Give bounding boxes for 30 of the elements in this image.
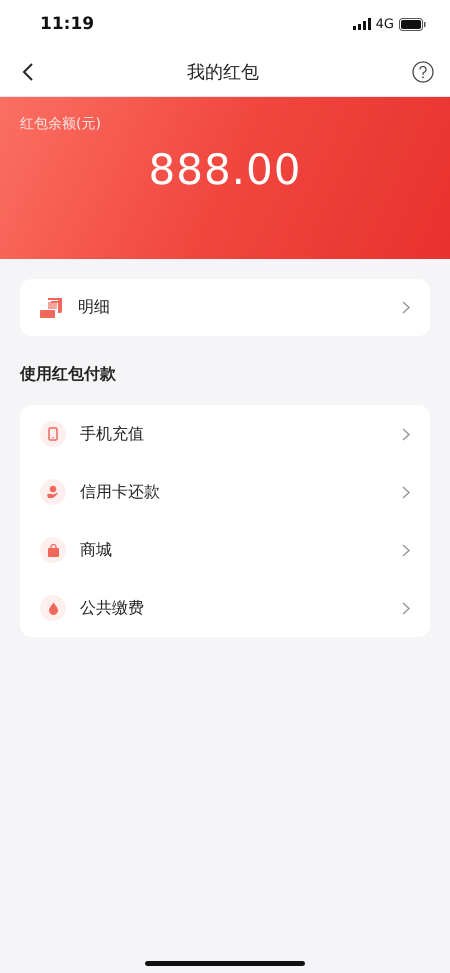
balance-amount: 888.00 <box>148 145 302 194</box>
chevron-icon <box>402 428 410 440</box>
shopping-bag-icon <box>46 544 60 556</box>
drop-icon <box>48 602 58 614</box>
chevron-icon <box>402 544 410 556</box>
hand-coin-icon <box>46 485 60 499</box>
battery-icon <box>399 18 426 30</box>
receipt-icon <box>40 298 64 318</box>
payment-item[interactable]: 手机充值 <box>20 405 430 463</box>
page-title: 我的红包 <box>187 61 259 84</box>
chevron-icon <box>402 486 410 498</box>
status-time: 11:19 <box>40 14 94 34</box>
payment-label: 公共缴费 <box>80 598 145 618</box>
payment-label: 信用卡还款 <box>80 482 161 502</box>
payment-item[interactable]: 商城 <box>20 521 430 579</box>
payment-label: 商城 <box>80 540 113 560</box>
help-button[interactable] <box>412 61 434 83</box>
chevron-icon <box>402 602 410 614</box>
detail-label: 明细 <box>78 297 111 318</box>
payment-item[interactable]: 信用卡还款 <box>20 463 430 521</box>
detail-row[interactable]: 明细 <box>20 279 430 336</box>
balance-label: 红包余额(元) <box>20 115 101 133</box>
section-title: 使用红包付款 <box>20 364 117 385</box>
network-label: 4G <box>376 16 394 32</box>
payment-label: 手机充值 <box>80 424 145 444</box>
payment-item[interactable]: 公共缴费 <box>20 579 430 637</box>
phone-icon <box>48 427 58 441</box>
chevron-icon <box>402 301 410 314</box>
signal-icon <box>352 18 371 30</box>
back-button[interactable] <box>22 62 34 82</box>
